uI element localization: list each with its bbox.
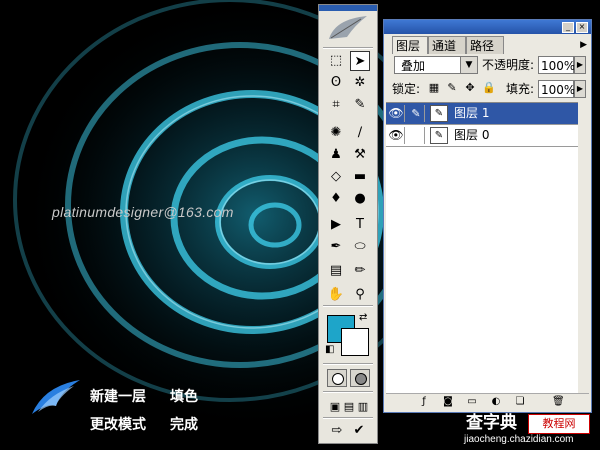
edit-in-imageready-icon[interactable]: ✔ (349, 421, 369, 441)
notes-tool-icon[interactable]: ▤ (326, 261, 346, 281)
lock-pixels-icon[interactable]: ✎ (446, 82, 458, 94)
screen-mode-full-icon[interactable]: ▥ (353, 397, 373, 417)
layer-thumbnail: ✎ (430, 127, 448, 144)
jump-to-imageready-icon[interactable]: ⇨ (327, 421, 347, 441)
blend-row: 叠加 ▼ 不透明度: 100% ▶ (390, 56, 586, 78)
link-cell[interactable] (408, 127, 425, 144)
magic-wand-tool-icon[interactable]: ✲ (350, 73, 370, 93)
hand-tool-icon[interactable]: ✋ (326, 285, 346, 305)
minimize-icon[interactable]: _ (562, 22, 574, 33)
eye-icon[interactable]: 👁 (388, 127, 405, 144)
gradient-tool-icon[interactable]: ▬ (350, 167, 370, 187)
history-brush-tool-icon[interactable]: ⚒ (350, 145, 370, 165)
layer-thumbnail: ✎ (430, 105, 448, 122)
crop-tool-icon[interactable]: ⌗ (326, 95, 346, 115)
watermark-url: jiaocheng.chazidian.com (464, 434, 574, 445)
brush-icon[interactable]: ✎ (408, 105, 425, 122)
dodge-tool-icon[interactable]: ● (350, 189, 370, 209)
fill-input[interactable]: 100% (538, 80, 575, 98)
fill-slider-button[interactable]: ▶ (574, 80, 586, 98)
standard-mode-button[interactable] (327, 369, 347, 387)
mask-icon[interactable]: ◙ (442, 396, 454, 408)
layer-style-icon[interactable]: ƒ (418, 396, 430, 408)
eye-icon[interactable]: 👁 (388, 105, 405, 122)
watermark-tag: 教程网 (528, 414, 590, 434)
default-colors-icon[interactable]: ◧ (325, 345, 334, 355)
caption-step2: 填色 (170, 389, 198, 405)
opacity-input[interactable]: 100% (538, 56, 575, 74)
trash-icon[interactable]: 🗑 (552, 396, 565, 408)
layers-palette: _ × 图层 通道 路径 ▶ 叠加 ▼ 不透明度: 100% ▶ 锁定: ▦ ✎… (383, 19, 592, 413)
lock-all-icon[interactable]: 🔒 (482, 82, 496, 94)
zoom-tool-icon[interactable]: ⚲ (350, 285, 370, 305)
opacity-label: 不透明度: (482, 58, 535, 72)
close-icon[interactable]: × (576, 22, 588, 33)
clone-stamp-tool-icon[interactable]: ♟ (326, 145, 346, 165)
opacity-slider-button[interactable]: ▶ (574, 56, 586, 74)
caption-step1: 新建一层 (90, 389, 146, 405)
caption-step3: 更改模式 (90, 417, 146, 433)
brush-tool-icon[interactable]: ∕ (350, 123, 370, 143)
email-watermark: platinumdesigner@163.com (52, 204, 234, 220)
blend-mode-value: 叠加 (401, 59, 426, 73)
lock-label: 锁定: (392, 82, 421, 96)
quick-mask-button[interactable] (350, 369, 370, 387)
shape-tool-icon[interactable]: ⬭ (350, 237, 370, 257)
watermark-title: 查字典 (466, 413, 517, 433)
background-color-swatch[interactable] (341, 328, 369, 356)
layer-name[interactable]: 图层 1 (454, 103, 489, 124)
caption-step4: 完成 (170, 417, 198, 433)
new-layer-icon[interactable]: ❏ (514, 396, 526, 408)
layer-name[interactable]: 图层 0 (454, 125, 489, 146)
adjustment-layer-icon[interactable]: ◐ (490, 396, 502, 408)
site-watermark: 查字典 教程网 jiaocheng.chazidian.com (462, 412, 600, 450)
lock-row: 锁定: ▦ ✎ ✥ 🔒 填充: 100% ▶ (390, 80, 586, 102)
toolbox-panel: ⬚ ➤ ʘ ✲ ⌗ ✎ ✺ ∕ ♟ ⚒ ◇ ▬ ♦ ● ▶ T ✒ ⬭ ▤ ✏ ✋ ⚲ ⇄ ◧ ▣ ▤ ▥ ⇨ ✔ (318, 4, 378, 444)
blend-mode-select[interactable]: 叠加 ▼ (394, 56, 478, 74)
eraser-tool-icon[interactable]: ◇ (326, 167, 346, 187)
layer-list: 👁 ✎ ✎ 图层 1 👁 ✎ 图层 0 (386, 102, 578, 393)
fill-label: 填充: (506, 82, 535, 96)
swap-colors-icon[interactable]: ⇄ (359, 313, 367, 323)
healing-brush-tool-icon[interactable]: ✺ (326, 123, 346, 143)
layer-row[interactable]: 👁 ✎ ✎ 图层 1 (386, 103, 578, 125)
tab-layers[interactable]: 图层 (392, 36, 428, 54)
folder-icon[interactable]: ▭ (466, 396, 478, 408)
feather-icon[interactable] (325, 13, 371, 43)
slice-tool-icon[interactable]: ✎ (350, 95, 370, 115)
move-tool-icon[interactable]: ➤ (350, 51, 370, 71)
lock-position-icon[interactable]: ✥ (464, 82, 476, 94)
pen-tool-icon[interactable]: ✒ (326, 237, 346, 257)
path-selection-tool-icon[interactable]: ▶ (326, 215, 346, 235)
tab-paths[interactable]: 路径 (466, 36, 504, 54)
layer-row[interactable]: 👁 ✎ 图层 0 (386, 125, 578, 147)
palette-menu-icon[interactable]: ▶ (580, 40, 587, 50)
layers-titlebar[interactable]: _ × (384, 20, 591, 34)
lasso-tool-icon[interactable]: ʘ (326, 73, 346, 93)
type-tool-icon[interactable]: T (350, 215, 370, 235)
eyedropper-tool-icon[interactable]: ✏ (350, 261, 370, 281)
toolbox-titlebar[interactable] (319, 5, 377, 11)
tab-channels[interactable]: 通道 (428, 36, 466, 54)
chevron-down-icon[interactable]: ▼ (460, 57, 477, 73)
dolphin-logo (32, 380, 80, 414)
layers-bottom-bar: ƒ ◙ ▭ ◐ ❏ 🗑 (386, 393, 589, 410)
lock-transparency-icon[interactable]: ▦ (428, 82, 440, 94)
blur-tool-icon[interactable]: ♦ (326, 189, 346, 209)
marquee-tool-icon[interactable]: ⬚ (326, 51, 346, 71)
